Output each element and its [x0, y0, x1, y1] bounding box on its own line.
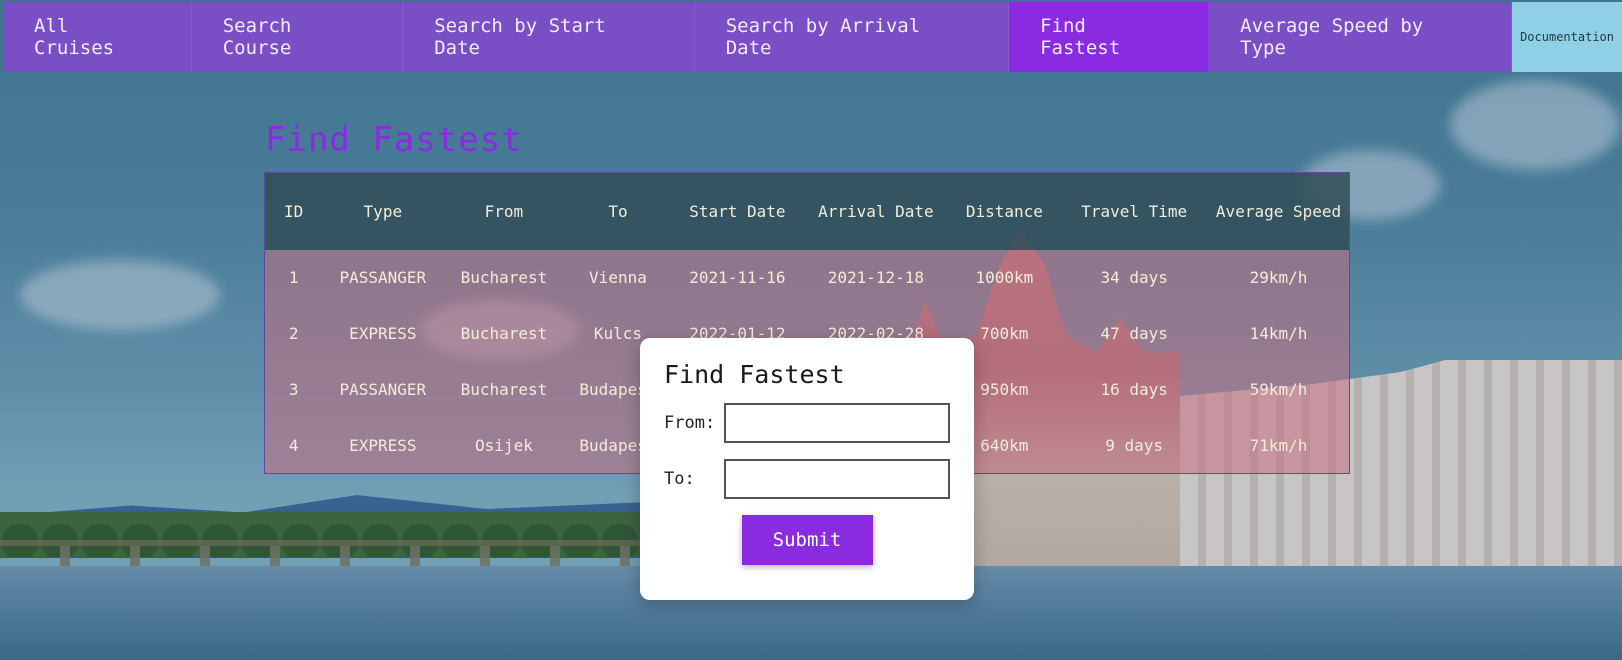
cell-type: EXPRESS	[349, 324, 417, 343]
dialog-title: Find Fastest	[664, 360, 845, 389]
submit-button[interactable]: Submit	[741, 515, 873, 565]
nav-average-speed-by-type[interactable]: Average Speed by Type	[1209, 2, 1513, 72]
to-input[interactable]	[724, 459, 950, 499]
nav-find-fastest[interactable]: Find Fastest	[1009, 2, 1210, 72]
cell-type: PASSANGER	[339, 268, 427, 287]
column-header-id: ID	[284, 201, 304, 221]
find-fastest-dialog: Find Fastest From: To: Submit	[640, 338, 974, 600]
cell-type: PASSANGER	[339, 380, 427, 399]
table-row: 1 PASSANGER Bucharest Vienna 2021-11-16 …	[264, 249, 1350, 306]
nav-all-cruises[interactable]: All Cruises	[3, 2, 192, 72]
cell-id: 4	[288, 435, 299, 455]
cell-type: EXPRESS	[349, 435, 417, 455]
cell-travel-time: 34 days	[1100, 268, 1168, 287]
cell-travel-time: 9 days	[1105, 435, 1164, 455]
cell-id: 3	[288, 380, 299, 399]
table-header-row: ID Type From To Start Date Arrival Date …	[264, 172, 1350, 250]
to-row: To:	[664, 459, 950, 499]
column-header-arrival-date: Arrival Date	[818, 201, 934, 221]
from-label: From:	[664, 413, 716, 433]
cell-id: 1	[288, 268, 299, 287]
column-header-type: Type	[363, 201, 403, 221]
column-header-start-date: Start Date	[689, 201, 786, 221]
cell-average-speed: 29km/h	[1249, 268, 1308, 287]
cell-travel-time: 16 days	[1100, 380, 1168, 399]
column-header-to: To	[608, 201, 628, 221]
cell-arrival-date: 2021-12-18	[827, 268, 925, 287]
cell-from: Bucharest	[460, 380, 548, 399]
cell-average-speed: 59km/h	[1249, 380, 1308, 399]
page-title: Find Fastest	[265, 120, 523, 160]
cell-start-date: 2021-11-16	[689, 268, 786, 287]
cell-id: 2	[288, 324, 299, 343]
column-header-from: From	[484, 201, 524, 221]
cell-from: Bucharest	[460, 324, 548, 343]
nav-search-course[interactable]: Search Course	[192, 2, 404, 72]
cell-from: Osijek	[475, 435, 533, 455]
nav-search-arrival-date[interactable]: Search by Arrival Date	[695, 2, 1010, 72]
cell-travel-time: 47 days	[1100, 324, 1168, 343]
column-header-distance: Distance	[965, 201, 1043, 221]
column-header-travel-time: Travel Time	[1081, 201, 1188, 221]
to-label: To:	[664, 469, 695, 489]
cell-average-speed: 14km/h	[1249, 324, 1308, 343]
from-row: From:	[664, 403, 950, 443]
top-nav: All Cruises Search Course Search by Star…	[3, 2, 1622, 72]
documentation-button[interactable]: Documentation	[1512, 2, 1622, 72]
nav-search-start-date[interactable]: Search by Start Date	[403, 2, 695, 72]
cell-to: Vienna	[589, 268, 647, 287]
cell-average-speed: 71km/h	[1249, 435, 1308, 455]
column-header-average-speed: Average Speed	[1215, 201, 1342, 221]
cell-from: Bucharest	[460, 268, 548, 287]
from-input[interactable]	[724, 403, 950, 443]
cell-distance: 1000km	[975, 268, 1034, 287]
